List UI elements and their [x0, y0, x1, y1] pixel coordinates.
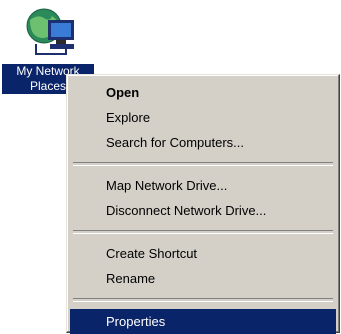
network-computer-icon	[26, 8, 74, 55]
menu-separator	[73, 298, 333, 302]
menu-item-disconnect-network-drive[interactable]: Disconnect Network Drive...	[70, 198, 336, 223]
menu-item-properties[interactable]: Properties	[70, 309, 336, 334]
menu-separator	[73, 230, 333, 234]
menu-item-explore[interactable]: Explore	[70, 105, 336, 130]
menu-separator	[73, 162, 333, 166]
menu-item-create-shortcut[interactable]: Create Shortcut	[70, 241, 336, 266]
menu-item-map-network-drive[interactable]: Map Network Drive...	[70, 173, 336, 198]
context-menu: Open Explore Search for Computers... Map…	[66, 74, 340, 334]
menu-item-rename[interactable]: Rename	[70, 266, 336, 291]
menu-item-search-for-computers[interactable]: Search for Computers...	[70, 130, 336, 155]
menu-item-open[interactable]: Open	[70, 80, 336, 105]
